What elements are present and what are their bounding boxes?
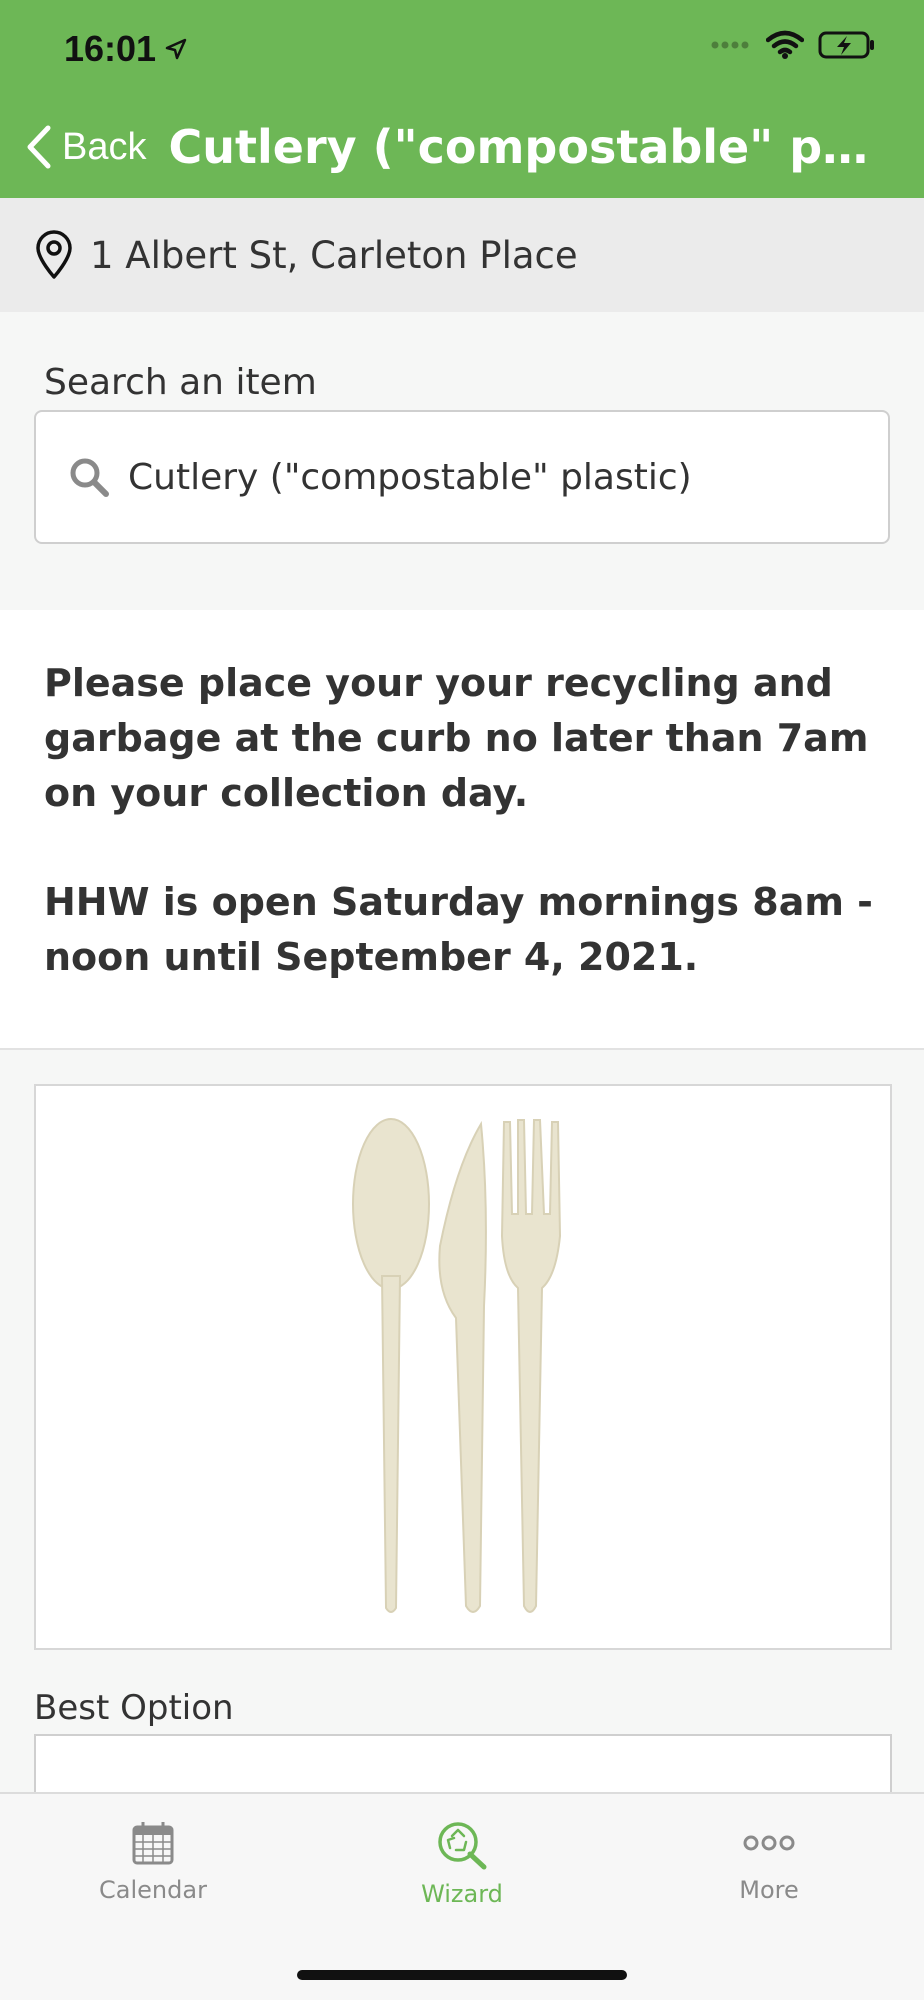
tab-bar: Calendar Wizard More: [0, 1792, 924, 2000]
status-indicators: [710, 30, 876, 60]
tab-wizard-label: Wizard: [421, 1880, 503, 1908]
notice-paragraph-1: Please place your your recycling and gar…: [44, 661, 869, 815]
page-title: Cutlery ("compostable" plast...: [168, 120, 869, 174]
tab-more-label: More: [739, 1876, 799, 1904]
search-label: Search an item: [44, 362, 317, 403]
location-address: 1 Albert St, Carleton Place: [90, 233, 578, 277]
best-option-label: Best Option: [34, 1688, 234, 1728]
tab-calendar[interactable]: Calendar: [53, 1820, 253, 1904]
tab-more[interactable]: More: [669, 1820, 869, 1904]
location-arrow-icon: [165, 38, 187, 60]
search-icon: [70, 458, 109, 497]
more-dots-icon: [743, 1835, 795, 1851]
status-bar-time: 16:01: [64, 28, 188, 70]
chevron-left-icon: [27, 125, 51, 169]
location-bar[interactable]: 1 Albert St, Carleton Place: [0, 198, 924, 312]
app-header: 16:01 Back Cutlery ("compostable" pla: [0, 0, 924, 198]
recycle-search-icon: [438, 1822, 487, 1870]
back-button[interactable]: Back: [26, 124, 146, 170]
notice-paragraph-2: HHW is open Saturday mornings 8am - noon…: [44, 880, 873, 979]
back-button-label: Back: [62, 125, 147, 168]
status-time-text: 16:01: [64, 28, 157, 69]
navigation-bar: Back Cutlery ("compostable" plast...: [0, 112, 924, 182]
search-input[interactable]: [128, 456, 868, 498]
signal-icon: [711, 41, 749, 49]
battery-charging-icon: [818, 31, 874, 59]
home-indicator: [297, 1970, 627, 1980]
wifi-icon: [766, 30, 804, 59]
map-pin-icon: [36, 230, 72, 279]
search-section: Search an item: [0, 312, 924, 610]
collection-notice: Please place your your recycling and gar…: [0, 610, 924, 1050]
search-box[interactable]: [34, 410, 890, 544]
item-image: [34, 1084, 892, 1650]
calendar-icon: [132, 1822, 174, 1865]
tab-wizard[interactable]: Wizard: [362, 1820, 562, 1908]
tab-calendar-label: Calendar: [99, 1876, 207, 1904]
cutlery-illustration: [352, 1118, 562, 1613]
